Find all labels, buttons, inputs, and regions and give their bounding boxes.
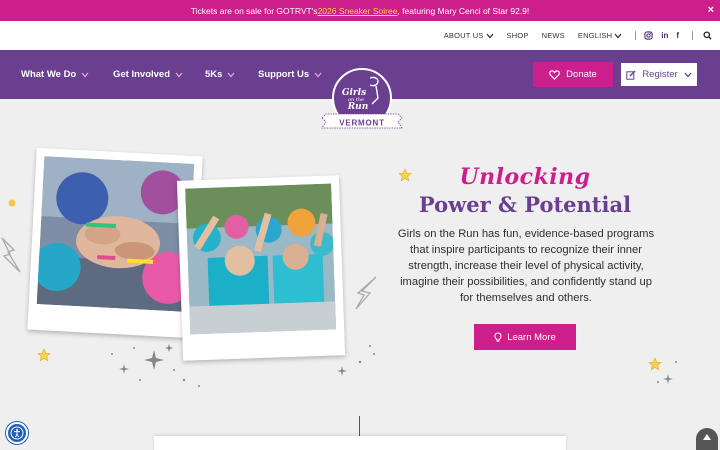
photo-stacked-hands bbox=[27, 147, 203, 339]
close-icon[interactable]: × bbox=[708, 4, 714, 16]
svg-text:VERMONT: VERMONT bbox=[339, 119, 385, 128]
search-icon[interactable] bbox=[703, 31, 712, 40]
lightbulb-icon bbox=[494, 331, 502, 342]
instagram-icon[interactable] bbox=[644, 31, 653, 40]
donate-label: Donate bbox=[566, 69, 597, 80]
sparkle-cluster-icon bbox=[657, 361, 677, 384]
hero-title: Power & Potential bbox=[418, 192, 632, 217]
chevron-down-icon bbox=[227, 72, 235, 77]
hero-script-title: Unlocking bbox=[459, 164, 591, 190]
register-button[interactable]: Register bbox=[620, 62, 698, 87]
girls-on-the-run-vermont-logo[interactable]: Girls on the Run VERMONT bbox=[320, 68, 404, 136]
heart-icon bbox=[549, 69, 561, 80]
photo-image bbox=[185, 183, 337, 335]
utility-nav: ABOUT US SHOP NEWS ENGLISH in f bbox=[0, 21, 720, 50]
linkedin-icon[interactable]: in bbox=[661, 31, 668, 40]
nav-label: What We Do bbox=[21, 69, 77, 80]
svg-text:Run: Run bbox=[347, 102, 369, 112]
photo-celebrating-girls bbox=[176, 175, 346, 361]
announcement-bar: Tickets are on sale for GOTRVT's 2026 Sn… bbox=[0, 0, 720, 21]
nav-label: 5Ks bbox=[205, 69, 223, 80]
star-icon bbox=[37, 348, 51, 362]
sparkle-cluster-icon bbox=[111, 344, 200, 387]
nav-label: Support Us bbox=[258, 69, 310, 80]
content-card bbox=[154, 436, 566, 450]
language-label: ENGLISH bbox=[577, 31, 613, 40]
chevron-down-icon bbox=[175, 72, 183, 77]
nav-item-get-involved[interactable]: Get Involved bbox=[113, 69, 183, 80]
hero-heading: Unlocking Power & Potential bbox=[380, 164, 670, 217]
language-select[interactable]: ENGLISH bbox=[578, 31, 622, 40]
about-us-link[interactable]: ABOUT US bbox=[444, 31, 494, 40]
nav-item-5ks[interactable]: 5Ks bbox=[205, 69, 235, 80]
announcement-text-end: , featuring Mary Cenci of Star 92.9! bbox=[397, 5, 530, 16]
dot-icon bbox=[8, 199, 16, 207]
nav-item-what-we-do[interactable]: What We Do bbox=[21, 69, 89, 80]
divider bbox=[692, 31, 693, 40]
announcement-text: Tickets are on sale for GOTRVT's bbox=[190, 5, 318, 16]
photo-image bbox=[36, 156, 195, 312]
edit-icon bbox=[626, 70, 636, 80]
chevron-down-icon bbox=[81, 72, 89, 77]
chevron-down-icon bbox=[614, 33, 622, 38]
facebook-icon[interactable]: f bbox=[676, 31, 679, 40]
register-label: Register bbox=[642, 69, 678, 80]
learn-more-button[interactable]: Learn More bbox=[474, 324, 576, 350]
accessibility-icon[interactable] bbox=[6, 422, 28, 444]
arrow-up-icon bbox=[703, 434, 711, 440]
accessibility-glyph bbox=[10, 426, 24, 440]
lightning-icon bbox=[355, 276, 377, 310]
shop-link[interactable]: SHOP bbox=[507, 31, 529, 40]
chevron-down-icon bbox=[486, 33, 494, 38]
sparkle-cluster-icon bbox=[337, 345, 375, 376]
news-link[interactable]: NEWS bbox=[542, 31, 565, 40]
back-to-top-button[interactable] bbox=[696, 428, 718, 450]
donate-button[interactable]: Donate bbox=[533, 62, 613, 87]
announcement-link[interactable]: 2026 Sneaker Soiree bbox=[318, 6, 398, 16]
about-us-label: ABOUT US bbox=[443, 31, 484, 40]
divider bbox=[359, 416, 360, 436]
nav-label: Get Involved bbox=[113, 69, 171, 80]
hero-body: Girls on the Run has fun, evidence-based… bbox=[397, 228, 655, 304]
nav-item-support-us[interactable]: Support Us bbox=[258, 69, 322, 80]
learn-more-label: Learn More bbox=[507, 331, 556, 343]
chevron-down-icon bbox=[684, 72, 692, 77]
lightning-icon bbox=[1, 237, 21, 273]
divider bbox=[635, 31, 637, 40]
